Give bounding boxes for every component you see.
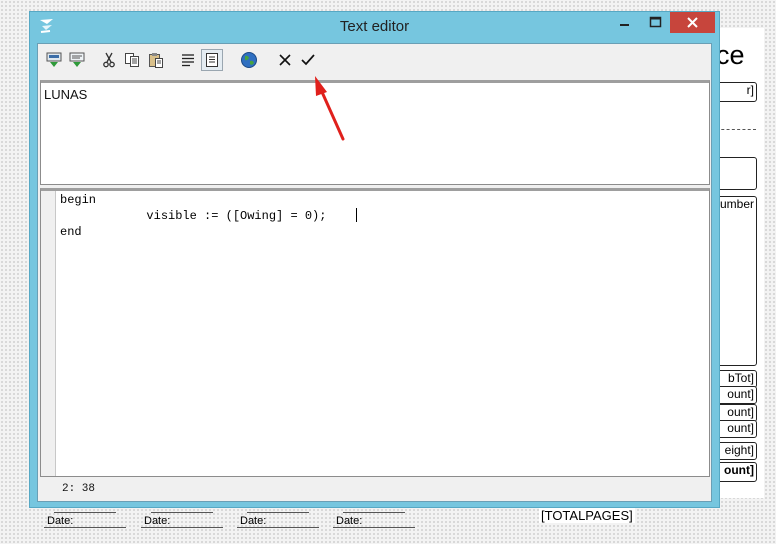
report-field: ount] [714,420,757,438]
code-line: visible := ([Owing] = 0); [60,209,327,223]
cancel-icon [279,54,291,66]
globe-button[interactable] [238,49,260,71]
report-date-label: Date: [141,512,223,528]
report-field: eight] [714,442,757,460]
report-field: r] [714,82,757,102]
close-icon [687,17,698,28]
maximize-button[interactable] [642,12,669,33]
script-mode-icon [206,53,218,67]
title-bar[interactable]: Text editor [30,12,719,43]
report-title-fragment: ce [716,40,745,70]
report-field [714,157,757,190]
insert-field-icon [46,52,62,67]
code-line: end [60,225,82,239]
ok-checkmark-icon [301,54,315,66]
code-line: begin [60,193,97,207]
report-date-label: Date: [237,512,319,528]
insert-field-button[interactable] [43,49,65,71]
report-date-label: Date: [44,512,126,528]
text-value-content: LUNAS [44,87,88,102]
close-button[interactable] [670,12,715,33]
text-editor-window: Text editor LUNAS begin visible:= ([Owi… [29,11,720,508]
minimize-button[interactable] [611,12,638,33]
minimize-icon [620,24,629,26]
word-wrap-button[interactable] [177,49,199,71]
cursor-position: 2: 38 [62,483,96,495]
copy-icon [125,53,139,67]
report-field: umber [714,196,757,366]
report-divider [716,129,756,130]
report-field: ount] [714,462,757,482]
ok-button[interactable] [297,49,319,71]
text-caret [356,208,357,222]
text-value-field[interactable]: LUNAS [40,80,710,185]
toolbar [38,44,711,78]
cut-button[interactable] [98,49,120,71]
report-total-pages: [TOTALPAGES] [539,508,635,523]
paste-icon [149,53,163,68]
report-field: ount] [714,386,757,404]
script-mode-button[interactable] [201,49,223,71]
insert-variable-button[interactable] [66,49,88,71]
copy-button[interactable] [121,49,143,71]
paste-button[interactable] [145,49,167,71]
line-gutter [41,191,56,476]
word-wrap-icon [182,54,194,67]
cut-icon [103,52,115,68]
editor-client-area: LUNAS begin visible := ([Owing] = 0); en… [37,43,712,502]
globe-icon [241,52,257,68]
report-date-label: Date: [333,512,415,528]
script-editor[interactable]: begin visible := ([Owing] = 0); end [40,188,710,477]
maximize-icon [649,16,662,28]
insert-variable-icon [69,52,85,67]
status-bar: 2: 38 [40,480,710,498]
cancel-button[interactable] [274,49,296,71]
